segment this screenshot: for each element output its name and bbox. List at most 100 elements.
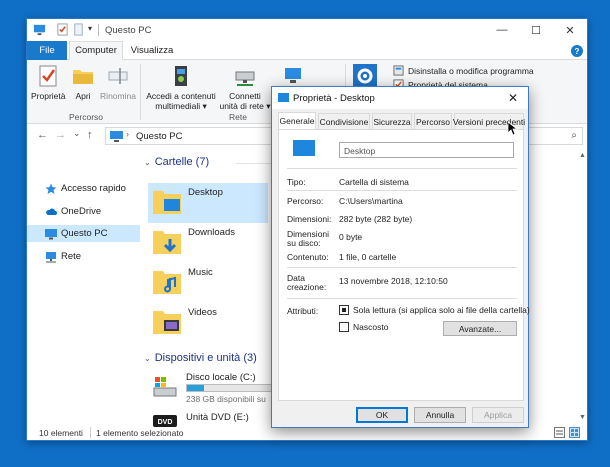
access-media-label-2: multimediali ▾ bbox=[155, 101, 207, 111]
open-folder-icon bbox=[73, 70, 93, 84]
attributes-label: Attributi: bbox=[287, 306, 319, 316]
breadcrumb-questo-pc[interactable]: Questo PC bbox=[136, 131, 182, 142]
dialog-tab-bar: Generale Condivisione Sicurezza Percorso… bbox=[278, 112, 525, 129]
properties-button[interactable]: Proprietà bbox=[31, 64, 66, 101]
uninstall-label: Disinstalla o modifica programma bbox=[408, 65, 534, 76]
navigation-pane: Accesso rapido OneDrive Questo PC Rete bbox=[27, 148, 140, 424]
tab-percorso[interactable]: Percorso bbox=[414, 113, 452, 129]
sidebar-item-rete[interactable]: Rete bbox=[27, 248, 140, 265]
created-value: 13 novembre 2018, 12:10:50 bbox=[339, 276, 448, 286]
sidebar-item-label: Questo PC bbox=[61, 228, 108, 239]
drive-name: Disco locale (C:) bbox=[186, 372, 256, 383]
cancel-button[interactable]: Annulla bbox=[414, 407, 466, 423]
rename-icon bbox=[108, 68, 128, 84]
forward-button[interactable]: → bbox=[55, 129, 66, 141]
map-network-drive-button[interactable]: Connetti unità di rete ▾ bbox=[215, 64, 275, 111]
advanced-button[interactable]: Avanzate... bbox=[443, 321, 517, 336]
tab-view[interactable]: Visualizza bbox=[127, 41, 177, 60]
access-media-label-1: Accedi a contenuti bbox=[146, 91, 216, 101]
large-icons-view-icon[interactable] bbox=[569, 427, 580, 438]
folder-name: Music bbox=[188, 267, 213, 278]
type-value: Cartella di sistema bbox=[339, 177, 409, 187]
hard-drive-windows-icon bbox=[153, 377, 177, 397]
checkbox-indeterminate[interactable] bbox=[339, 305, 349, 315]
folder-desktop[interactable]: Desktop bbox=[148, 183, 268, 223]
checkbox[interactable] bbox=[339, 322, 349, 332]
open-label: Apri bbox=[75, 91, 91, 101]
maximize-button[interactable]: ☐ bbox=[519, 19, 553, 41]
search-icon: ⌕ bbox=[571, 130, 577, 141]
dialog-title: Proprietà - Desktop bbox=[293, 93, 375, 104]
new-document-icon[interactable] bbox=[72, 23, 85, 36]
close-button[interactable]: ✕ bbox=[553, 19, 587, 41]
music-folder-icon bbox=[153, 271, 181, 294]
disk-size-label-2: su disco: bbox=[287, 238, 321, 248]
selection-count: 1 elemento selezionato bbox=[96, 428, 184, 438]
ribbon-separator bbox=[140, 64, 141, 120]
sidebar-item-label: Accesso rapido bbox=[61, 183, 126, 194]
open-button[interactable]: Apri bbox=[71, 64, 95, 101]
help-icon[interactable]: ? bbox=[571, 45, 583, 57]
readonly-label: Sola lettura (si applica solo ai file de… bbox=[353, 305, 530, 315]
tab-sicurezza[interactable]: Sicurezza bbox=[372, 113, 412, 129]
hidden-label: Nascosto bbox=[353, 322, 389, 332]
folder-downloads[interactable]: Downloads bbox=[148, 223, 268, 263]
folder-videos[interactable]: Videos bbox=[148, 303, 268, 343]
scroll-down-arrow[interactable]: ▼ bbox=[579, 414, 586, 421]
up-button[interactable]: ↑ bbox=[87, 129, 93, 141]
tab-generale[interactable]: Generale bbox=[278, 112, 316, 129]
dialog-close-button[interactable]: ✕ bbox=[508, 91, 518, 105]
tab-computer[interactable]: Computer bbox=[69, 41, 123, 60]
desktop-folder-icon bbox=[153, 191, 181, 214]
access-media-button[interactable]: Accedi a contenuti multimediali ▾ bbox=[145, 64, 217, 111]
group-location-label: Percorso bbox=[69, 112, 104, 122]
created-label-2: creazione: bbox=[287, 282, 327, 292]
sidebar-item-accesso-rapido[interactable]: Accesso rapido bbox=[27, 180, 140, 197]
folder-music[interactable]: Music bbox=[148, 263, 268, 303]
downloads-folder-icon bbox=[153, 231, 181, 254]
details-view-icon[interactable] bbox=[554, 427, 565, 438]
chevron-down-icon: ⌄ bbox=[144, 157, 151, 167]
scroll-up-arrow[interactable]: ▲ bbox=[579, 152, 586, 159]
folders-section-header[interactable]: ⌄ Cartelle (7) bbox=[144, 156, 209, 168]
drive-usage-fill bbox=[187, 385, 205, 391]
status-divider bbox=[90, 427, 91, 438]
section-divider bbox=[236, 163, 276, 164]
vertical-scrollbar[interactable]: ▲ ▼ bbox=[577, 148, 589, 424]
media-server-icon bbox=[175, 66, 187, 86]
breadcrumb-separator: › bbox=[126, 129, 129, 139]
gear-icon bbox=[353, 64, 377, 88]
desktop-folder-icon bbox=[278, 93, 289, 102]
folder-name-field[interactable]: Desktop bbox=[339, 142, 514, 158]
computer-icon bbox=[33, 24, 46, 36]
map-drive-label-1: Connetti bbox=[229, 91, 261, 101]
minimize-button[interactable]: — bbox=[485, 19, 519, 41]
sidebar-item-label: Rete bbox=[61, 251, 82, 262]
devices-section-header[interactable]: ⌄ Dispositivi e unità (3) bbox=[144, 352, 257, 364]
item-count: 10 elementi bbox=[39, 428, 83, 438]
folder-name: Downloads bbox=[188, 227, 235, 238]
properties-check-icon[interactable] bbox=[56, 23, 69, 36]
sidebar-item-onedrive[interactable]: OneDrive bbox=[27, 203, 140, 220]
ok-button[interactable]: OK bbox=[356, 407, 408, 423]
sidebar-item-questo-pc[interactable]: Questo PC bbox=[27, 225, 140, 242]
network-location-icon bbox=[285, 68, 301, 83]
apply-button[interactable]: Applica bbox=[472, 407, 524, 423]
readonly-checkbox[interactable]: Sola lettura (si applica solo ai file de… bbox=[339, 305, 530, 315]
path-value: C:\Users\martina bbox=[339, 196, 403, 206]
tab-file[interactable]: File bbox=[27, 41, 67, 60]
title-separator bbox=[98, 24, 99, 36]
folder-name: Videos bbox=[188, 307, 217, 318]
recent-locations-button[interactable]: ⌄ bbox=[73, 128, 81, 139]
quick-access-dropdown-icon[interactable]: ▾ bbox=[88, 24, 101, 37]
size-value: 282 byte (282 byte) bbox=[339, 214, 413, 224]
rename-button[interactable]: Rinomina bbox=[99, 64, 137, 101]
folder-name: Desktop bbox=[188, 187, 223, 198]
explorer-titlebar: ▾ Questo PC — ☐ ✕ bbox=[27, 19, 587, 41]
hidden-checkbox[interactable]: Nascosto bbox=[339, 322, 388, 332]
window-title: Questo PC bbox=[105, 25, 152, 36]
map-drive-label-2: unità di rete ▾ bbox=[219, 101, 271, 111]
tab-condivisione[interactable]: Condivisione bbox=[318, 113, 370, 129]
uninstall-program-button[interactable]: Disinstalla o modifica programma bbox=[393, 65, 534, 76]
back-button[interactable]: ← bbox=[37, 129, 48, 141]
